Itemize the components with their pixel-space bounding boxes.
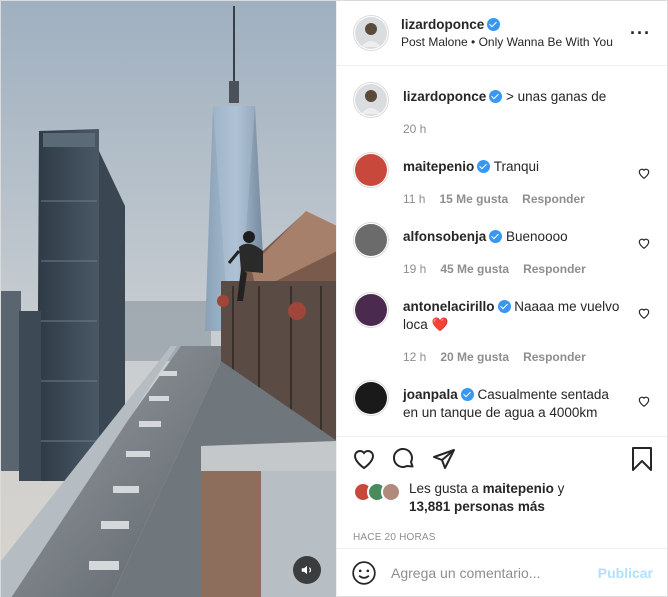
reply-button[interactable]: Responder <box>522 192 585 206</box>
avatar <box>355 381 387 414</box>
comment-avatar[interactable] <box>353 379 389 416</box>
post-side-panel: lizardoponce Post Malone • Only Wanna Be… <box>336 1 667 597</box>
comment-username[interactable]: antonelacirillo <box>403 299 495 314</box>
add-comment-bar: Publicar <box>337 547 667 597</box>
verified-icon <box>489 89 503 103</box>
comment-item: antonelacirillo Naaaa me vuelvo loca ❤️ … <box>353 291 651 364</box>
share-button[interactable] <box>431 446 457 472</box>
comments-list: lizardoponce > unas ganas de 20 h maitep… <box>337 66 667 436</box>
liker-username[interactable]: maitepenio <box>483 481 554 496</box>
audio-toggle-button[interactable] <box>293 556 321 584</box>
comment-avatar[interactable] <box>353 221 389 258</box>
post-comment-button[interactable]: Publicar <box>598 565 653 581</box>
caption-username[interactable]: lizardoponce <box>403 89 486 104</box>
verified-icon <box>460 387 474 401</box>
comment-avatar[interactable] <box>353 151 389 188</box>
verified-icon <box>477 159 491 173</box>
avatar <box>355 293 387 326</box>
share-icon <box>433 448 455 469</box>
comment-button[interactable] <box>391 446 417 472</box>
comment-like-heart-icon[interactable] <box>637 166 651 180</box>
likes-count[interactable]: 13,881 personas más <box>409 499 545 514</box>
audio-track[interactable]: Post Malone • Only Wanna Be With You <box>401 35 630 49</box>
avatar <box>355 153 387 186</box>
post-timestamp[interactable]: HACE 20 HORAS <box>337 522 667 548</box>
city-rooftop-video <box>1 1 336 597</box>
comment-input[interactable] <box>391 565 598 582</box>
author-username[interactable]: lizardoponce <box>401 17 484 32</box>
caption-avatar[interactable] <box>353 81 389 118</box>
save-button[interactable] <box>629 446 655 472</box>
comment-icon <box>393 447 414 468</box>
avatar <box>355 223 387 256</box>
comment-likes[interactable]: 45 Me gusta <box>440 262 509 276</box>
reply-button[interactable]: Responder <box>523 262 586 276</box>
comment-avatar[interactable] <box>353 291 389 328</box>
emoji-icon[interactable] <box>351 560 377 586</box>
verified-icon <box>487 18 501 32</box>
comment-username[interactable]: maitepenio <box>403 159 474 174</box>
speaker-icon <box>301 565 312 575</box>
author-avatar[interactable] <box>353 14 389 51</box>
comment-time[interactable]: 12 h <box>403 350 426 364</box>
reply-button[interactable]: Responder <box>523 350 586 364</box>
comment-username[interactable]: joanpala <box>403 387 458 402</box>
user-avatar-icon <box>361 22 381 47</box>
comment-time[interactable]: 19 h <box>403 262 426 276</box>
post-media[interactable] <box>1 1 336 597</box>
caption-text: > unas ganas de <box>506 88 607 104</box>
action-bar <box>337 435 667 481</box>
comment-likes[interactable]: 20 Me gusta <box>440 350 509 364</box>
heart-icon <box>353 449 375 469</box>
comment-like-heart-icon[interactable] <box>637 394 651 408</box>
caption-time[interactable]: 20 h <box>403 122 426 136</box>
comment-item: joanpala Casualmente sentada en un tanqu… <box>353 379 651 422</box>
comment-like-heart-icon[interactable] <box>637 306 651 320</box>
comment-item: maitepenio Tranqui 11 h 15 Me gusta Resp… <box>353 151 651 206</box>
instagram-post: lizardoponce Post Malone • Only Wanna Be… <box>0 0 668 597</box>
liker-avatars[interactable] <box>353 482 401 503</box>
likes-summary: Les gusta a maitepenio y 13,881 personas… <box>337 480 667 521</box>
post-header: lizardoponce Post Malone • Only Wanna Be… <box>337 1 667 66</box>
comment-text: Tranqui <box>493 158 540 174</box>
header-meta: lizardoponce Post Malone • Only Wanna Be… <box>401 16 630 49</box>
comment-time[interactable]: 11 h <box>403 192 425 206</box>
likes-text: Les gusta a maitepenio y 13,881 personas… <box>409 481 565 515</box>
verified-icon <box>497 299 511 313</box>
comment-username[interactable]: alfonsobenja <box>403 229 486 244</box>
comment-item: alfonsobenja Buenoooo 19 h 45 Me gusta R… <box>353 221 651 276</box>
more-horizontal-icon[interactable]: ··· <box>630 24 651 42</box>
caption: lizardoponce > unas ganas de 20 h <box>353 81 651 136</box>
comment-like-heart-icon[interactable] <box>637 236 651 250</box>
bookmark-icon <box>632 446 652 471</box>
like-button[interactable] <box>351 446 377 472</box>
avatar <box>381 482 401 503</box>
verified-icon <box>489 229 503 243</box>
comment-likes[interactable]: 15 Me gusta <box>439 192 508 206</box>
user-avatar-icon <box>361 89 381 114</box>
comment-text: Buenoooo <box>506 228 568 244</box>
